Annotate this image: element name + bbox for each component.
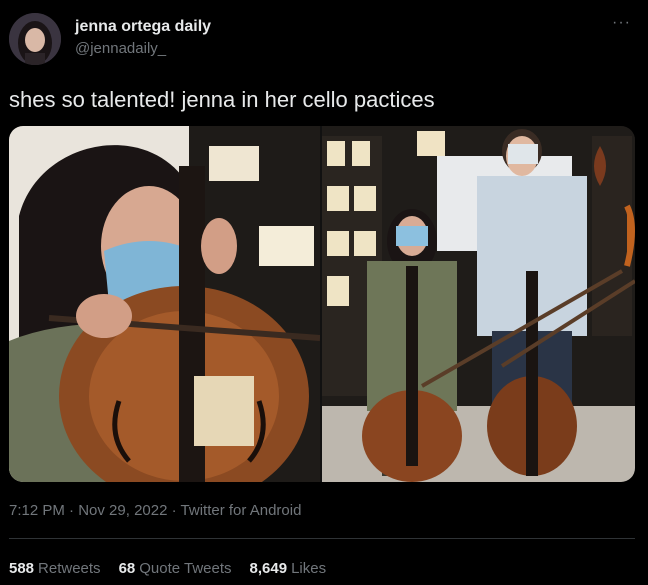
quote-tweets-label: Quote Tweets [139, 560, 232, 577]
tweet-source[interactable]: Twitter for Android [181, 502, 302, 519]
likes-stat[interactable]: 8,649 Likes [250, 560, 327, 577]
author-handle[interactable]: @jennadaily_ [75, 40, 166, 57]
media-grid [9, 126, 635, 482]
divider [9, 538, 635, 539]
tweet-meta: 7:12 PM · Nov 29, 2022 · Twitter for And… [9, 502, 301, 519]
retweets-stat[interactable]: 588 Retweets [9, 560, 101, 577]
more-options-icon[interactable]: ··· [612, 14, 631, 32]
quote-tweets-stat[interactable]: 68 Quote Tweets [119, 560, 232, 577]
engagement-stats: 588 Retweets 68 Quote Tweets 8,649 Likes [9, 560, 326, 577]
quote-tweets-count: 68 [118, 560, 136, 577]
likes-label: Likes [291, 560, 327, 577]
tweet-date[interactable]: Nov 29, 2022 [78, 502, 167, 519]
photo-left[interactable] [9, 126, 320, 482]
meta-separator: · [171, 502, 177, 519]
retweets-label: Retweets [38, 560, 101, 577]
likes-count: 8,649 [249, 560, 288, 577]
retweets-count: 588 [9, 560, 35, 577]
tweet-time[interactable]: 7:12 PM [9, 502, 65, 519]
tweet-text: shes so talented! jenna in her cello pac… [9, 87, 435, 112]
photo-right[interactable] [322, 126, 635, 482]
avatar[interactable] [9, 13, 61, 65]
meta-separator: · [69, 502, 75, 519]
author-display-name[interactable]: jenna ortega daily [75, 18, 211, 36]
